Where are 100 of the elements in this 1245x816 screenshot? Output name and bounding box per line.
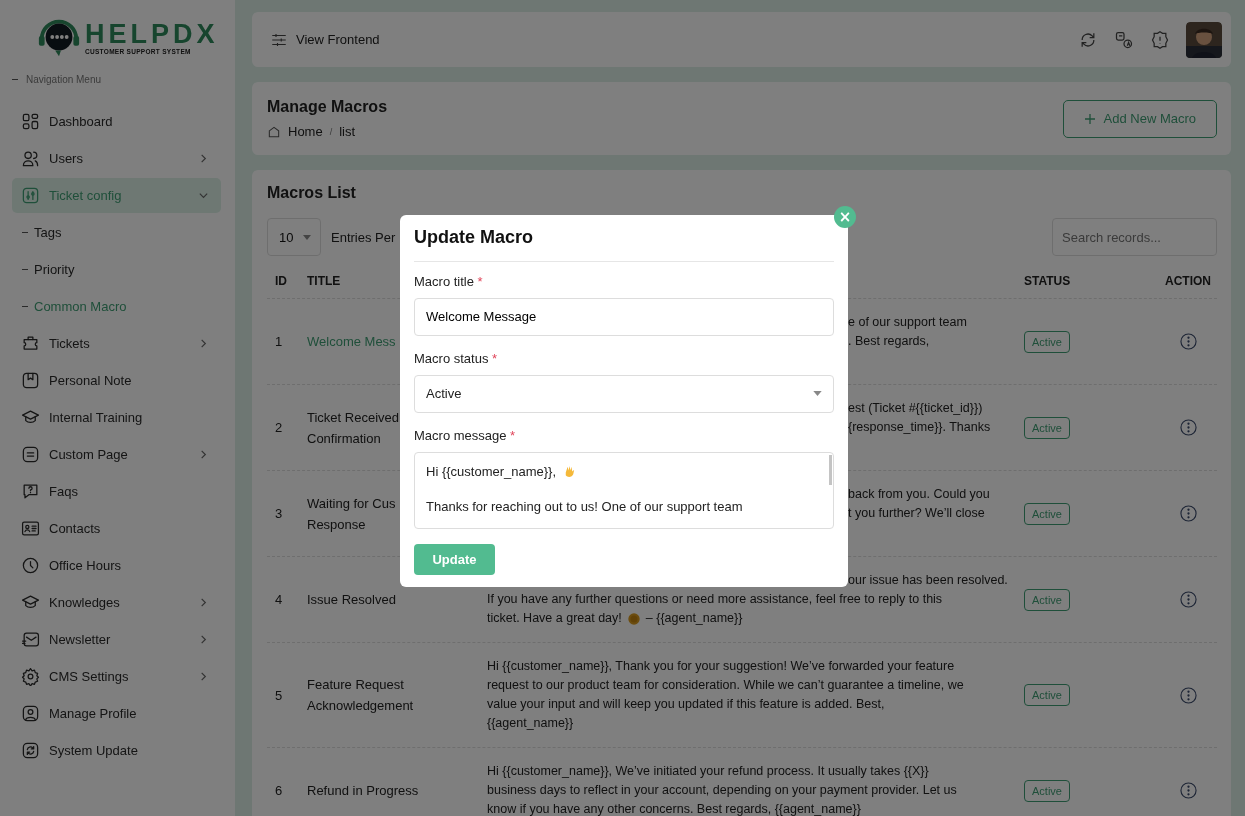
message-text: value your input and will keep you updated if this feature is added. Best,	[487, 696, 885, 713]
field-label: Macro message	[414, 427, 507, 443]
macro-title[interactable]: Feature Request	[307, 674, 487, 695]
nav-item[interactable]: Office Hours	[12, 548, 221, 583]
chevron-right-icon	[198, 338, 209, 349]
more-icon[interactable]	[1179, 686, 1197, 704]
nav-item[interactable]: Internal Training	[12, 400, 221, 435]
card-title: Macros List	[267, 184, 357, 202]
nav-item[interactable]: Manage Profile	[12, 696, 221, 731]
more-icon[interactable]	[1179, 333, 1197, 350]
nav-item[interactable]: Newsletter	[12, 622, 221, 657]
status-badge: Active	[1024, 416, 1070, 439]
update-button[interactable]: Update	[414, 543, 495, 575]
nav-item[interactable]: Dashboard	[12, 104, 221, 139]
chevron-right-icon	[198, 634, 209, 645]
nav-item[interactable]: Personal Note	[12, 363, 221, 398]
title-field[interactable]: Welcome Message	[414, 297, 834, 336]
message-text: back from you. Could you	[848, 486, 990, 503]
message-text: est (Ticket #{{ticket_id}})	[848, 400, 983, 417]
nav-item[interactable]: CMS Settings	[12, 659, 221, 694]
nav-subitem[interactable]: Tags	[0, 214, 235, 251]
search-field[interactable]: Search records...	[1052, 218, 1217, 256]
table-cell-text: 2	[275, 420, 284, 435]
dialog-title: Update Macro	[414, 227, 535, 248]
message-text: Thanks for reaching out to us! One of our support team	[426, 498, 743, 514]
required-mark: *	[510, 427, 516, 443]
column-header: STATUS	[1024, 274, 1071, 288]
table-cell-text: 3	[275, 506, 284, 521]
entries-label: Entries Per	[331, 229, 396, 245]
breadcrumb-separator: /	[329, 126, 333, 137]
breadcrumb-item[interactable]: Home	[288, 124, 323, 139]
field-label: Macro status	[414, 350, 489, 366]
required-mark: *	[492, 350, 498, 366]
mail-icon	[21, 630, 40, 649]
message-text: ticket. Have a great day!	[487, 610, 622, 627]
more-icon[interactable]	[1179, 505, 1197, 522]
table-cell-text: 4	[275, 592, 284, 607]
message-field[interactable]: Hi {{customer_name}}, Thanks for reaching out to us! One of our support team	[414, 451, 834, 529]
more-icon[interactable]	[1179, 591, 1197, 608]
macro-title[interactable]: Issue Resolved	[307, 589, 487, 610]
message-text: e of our support team	[848, 314, 967, 331]
nav-item[interactable]: Custom Page	[12, 437, 221, 472]
column-header: TITLE	[307, 274, 341, 288]
refresh-icon	[21, 741, 40, 760]
alert-icon[interactable]	[1150, 29, 1170, 50]
grid-icon	[21, 112, 40, 131]
table-cell-text: 1	[275, 334, 284, 349]
chevron-right-icon	[198, 153, 209, 164]
nav-subitem[interactable]: Common Macro	[0, 288, 235, 325]
nav-item[interactable]: Contacts	[12, 511, 221, 546]
contact-card-icon	[21, 519, 40, 538]
column-header: ACTION	[1165, 274, 1211, 288]
question-bubble-icon	[21, 482, 40, 501]
message-text: {response_time}}. Thanks	[848, 419, 991, 436]
nav-item[interactable]: System Update	[12, 733, 221, 768]
nav-item[interactable]: Tickets	[12, 326, 221, 361]
page-icon	[21, 445, 40, 464]
sliders-icon	[21, 186, 40, 205]
home-icon[interactable]	[267, 124, 281, 139]
status-badge: Active	[1024, 588, 1070, 611]
add-macro-button[interactable]: Add New Macro	[1062, 99, 1217, 138]
view-frontend-link[interactable]: View Frontend	[296, 32, 380, 47]
note-icon	[21, 371, 40, 390]
status-badge: Active	[1024, 684, 1070, 706]
message-text: request to our product team for consideration. While we can’t guarantee a timeline, we	[487, 677, 964, 694]
message-text: know if you have any other concerns. Best regards, {{agent_name}}	[487, 801, 861, 816]
status-select[interactable]: Active	[414, 374, 834, 413]
nav-item[interactable]: Faqs	[12, 474, 221, 509]
more-icon[interactable]	[1179, 782, 1197, 799]
macro-title[interactable]: Acknowledgement	[307, 695, 487, 716]
clock-icon	[21, 556, 40, 575]
breadcrumb-item: list	[339, 124, 356, 139]
message-text: Hi {{customer_name}}, Thank you for your suggestion! We’ve forwarded your feature	[487, 658, 955, 675]
section-label: Navigation Menu	[26, 74, 102, 85]
users-icon	[21, 149, 40, 168]
status-badge: Active	[1024, 502, 1070, 525]
message-text: Hi {{customer_name}},	[426, 463, 557, 479]
message-text: . Best regards,	[848, 333, 930, 350]
chevron-right-icon	[198, 671, 209, 682]
message-text: If you have any further questions or need more assistance, feel free to reply to this	[487, 591, 943, 608]
message-text: – {{agent_name}}	[645, 610, 743, 627]
status-badge: Active	[1024, 779, 1070, 802]
status-badge: Active	[1024, 330, 1070, 353]
chevron-down-icon	[198, 190, 209, 201]
nav-subitem[interactable]: Priority	[0, 251, 235, 288]
required-mark: *	[477, 273, 483, 289]
message-text: Hi {{customer_name}}, We’ve initiated your refund process. It usually takes {{X}}	[487, 763, 929, 780]
more-icon[interactable]	[1179, 419, 1197, 436]
nav-item[interactable]: Knowledges	[12, 585, 221, 620]
message-text: business days to reflect in your account, depending on your payment provider. Let us	[487, 782, 957, 799]
caret-icon	[813, 391, 822, 397]
column-header: ID	[275, 274, 287, 288]
entries-select[interactable]: 10	[267, 218, 321, 256]
gear-icon	[21, 667, 40, 686]
plus-icon	[1083, 112, 1096, 125]
nav-item[interactable]: Users	[12, 141, 221, 176]
field-label: Macro title	[414, 273, 474, 289]
macro-title[interactable]: Refund in Progress	[307, 780, 487, 801]
page-title: Manage Macros	[267, 98, 389, 116]
message-text: {{agent_name}}	[487, 715, 574, 732]
